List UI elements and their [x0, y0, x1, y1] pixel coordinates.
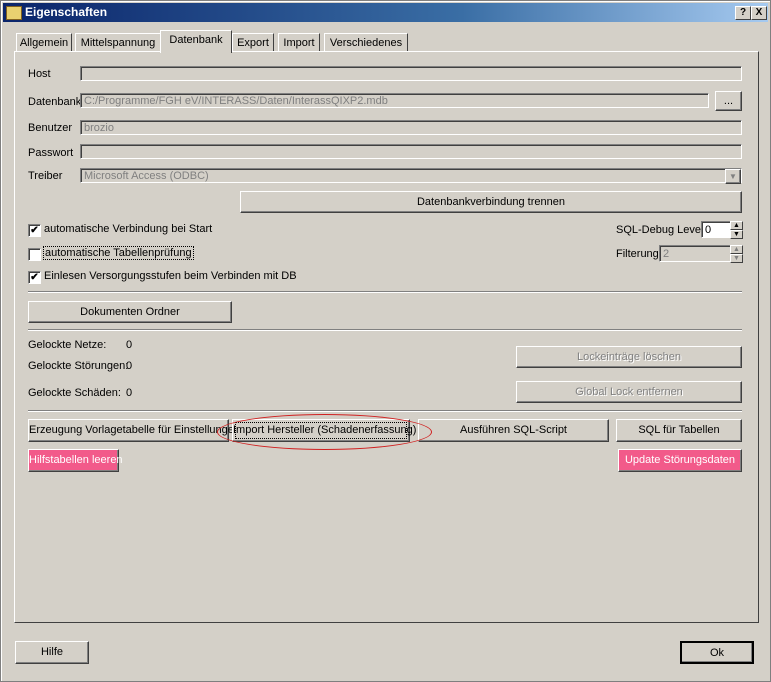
separator: [28, 410, 742, 412]
spin-up-icon[interactable]: ▲: [730, 221, 743, 230]
datenbank-label: Datenbank: [28, 96, 82, 108]
app-icon: [6, 6, 22, 20]
tab-verschiedenes[interactable]: Verschiedenes: [324, 33, 408, 52]
disconnect-button[interactable]: Datenbankverbindung trennen: [240, 191, 742, 213]
locked-faults-label: Gelockte Störungen:: [28, 360, 129, 372]
chevron-down-icon[interactable]: ▼: [725, 169, 741, 184]
read-levels-label: Einlesen Versorgungsstufen beim Verbinde…: [44, 270, 297, 282]
spin-up-icon[interactable]: ▲: [730, 245, 743, 254]
update-faults-button[interactable]: Update Störungsdaten: [618, 449, 742, 472]
run-sql-script-button[interactable]: Ausführen SQL-Script: [418, 419, 609, 442]
tab-mittelspannung[interactable]: Mittelspannung: [75, 33, 161, 52]
auto-connect-label: automatische Verbindung bei Start: [44, 223, 213, 235]
treiber-dropdown[interactable]: Microsoft Access (ODBC): [80, 168, 742, 183]
browse-button[interactable]: ...: [715, 91, 742, 111]
clear-helper-tables-button[interactable]: Hilfstabellen leeren: [28, 449, 123, 472]
locked-faults-value: 0: [126, 360, 133, 372]
help-title-button[interactable]: ?: [735, 6, 751, 20]
highlight-annotation: [217, 414, 432, 450]
documents-folder-button[interactable]: Dokumenten Ordner: [28, 301, 232, 323]
tab-import[interactable]: Import: [278, 33, 320, 52]
tab-allgemein[interactable]: Allgemein: [16, 33, 72, 52]
datenbank-field[interactable]: C:/Programme/FGH eV/INTERASS/Daten/Inter…: [80, 93, 709, 108]
tab-export[interactable]: Export: [232, 33, 274, 52]
sql-debug-field[interactable]: 0: [701, 221, 731, 238]
read-levels-checkbox[interactable]: ✔: [28, 271, 41, 284]
auto-table-check-label: automatische Tabellenprüfung: [43, 246, 194, 260]
auto-table-check-checkbox[interactable]: [28, 248, 41, 261]
passwort-field[interactable]: [80, 144, 742, 159]
auto-connect-checkbox[interactable]: ✔: [28, 224, 41, 237]
spin-down-icon[interactable]: ▼: [730, 230, 743, 239]
ok-button[interactable]: Ok: [680, 641, 754, 664]
create-template-table-button[interactable]: Erzeugung Vorlagetabelle für Einstellung…: [28, 419, 240, 442]
close-button[interactable]: X: [751, 6, 767, 20]
separator: [28, 291, 742, 293]
tab-datenbank[interactable]: Datenbank: [160, 30, 232, 53]
separator: [28, 329, 742, 331]
host-field[interactable]: [80, 66, 742, 81]
sql-for-tables-button[interactable]: SQL für Tabellen: [616, 419, 742, 442]
tab-panel: [14, 51, 759, 623]
benutzer-label: Benutzer: [28, 122, 73, 134]
filtering-field[interactable]: 2: [659, 245, 731, 262]
treiber-label: Treiber: [28, 170, 63, 182]
sql-debug-label: SQL-Debug Level: [616, 224, 704, 236]
locked-damages-value: 0: [126, 387, 133, 399]
passwort-label: Passwort: [28, 147, 74, 159]
locked-damages-label: Gelockte Schäden:: [28, 387, 121, 399]
title-bar: Eigenschaften ? X: [3, 3, 768, 22]
remove-global-lock-button[interactable]: Global Lock entfernen: [516, 381, 742, 403]
host-label: Host: [28, 68, 51, 80]
spin-down-icon[interactable]: ▼: [730, 254, 743, 263]
delete-locks-button[interactable]: Lockeinträge löschen: [516, 346, 742, 368]
help-button[interactable]: Hilfe: [15, 641, 89, 664]
benutzer-field[interactable]: brozio: [80, 120, 742, 135]
locked-networks-label: Gelockte Netze:: [28, 339, 107, 351]
filtering-label: Filterung: [616, 248, 659, 260]
window-title: Eigenschaften: [25, 5, 108, 19]
locked-networks-value: 0: [126, 339, 133, 351]
